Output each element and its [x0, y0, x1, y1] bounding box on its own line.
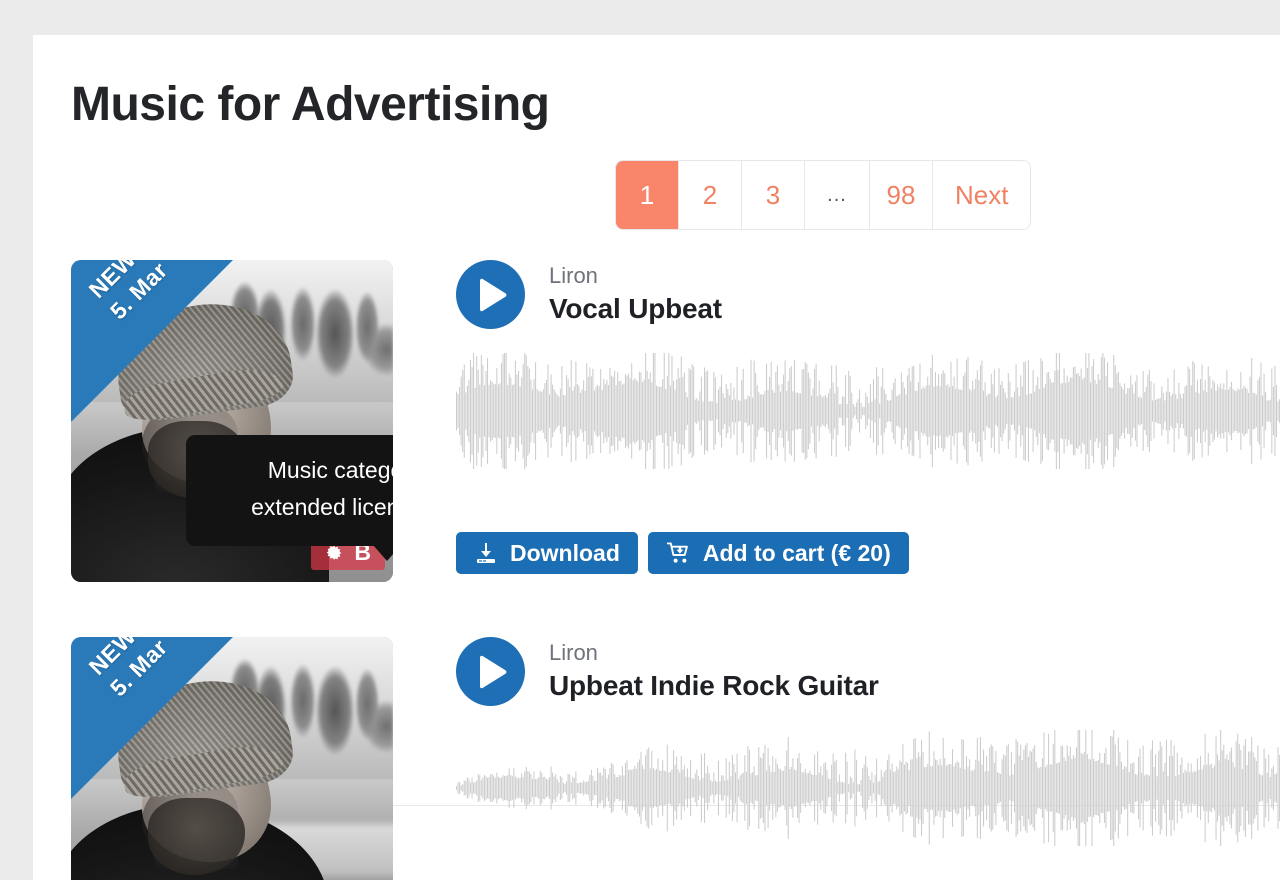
tooltip-line-2: extended license available [251, 494, 393, 521]
play-button[interactable] [456, 637, 525, 706]
pagination-ellipsis: ... [805, 161, 870, 229]
track-meta: Liron Upbeat Indie Rock Guitar [549, 640, 879, 703]
track-thumbnail[interactable]: NEW 5. Mar B Music category B: Only exte… [71, 260, 393, 582]
track-thumbnail[interactable]: NEW 5. Mar [71, 637, 393, 880]
track-details: Liron Upbeat Indie Rock Guitar [418, 637, 1280, 846]
category-tooltip: Music category B: Only extended license … [186, 435, 393, 560]
download-button[interactable]: Download [456, 532, 638, 574]
pagination-next[interactable]: Next [933, 161, 1031, 229]
pagination-page-98[interactable]: 98 [870, 161, 933, 229]
cart-icon [666, 542, 688, 563]
pagination-page-2[interactable]: 2 [679, 161, 742, 229]
pagination: 1 2 3 ... 98 Next [616, 161, 1031, 229]
waveform[interactable] [456, 729, 1280, 847]
add-to-cart-button-label: Add to cart (€ 20) [702, 539, 891, 566]
tooltip-line-1: Music category B: Only [267, 457, 393, 483]
play-icon [480, 655, 507, 688]
track-header: Liron Upbeat Indie Rock Guitar [418, 637, 1280, 706]
track-title: Upbeat Indie Rock Guitar [549, 670, 879, 702]
pagination-page-1[interactable]: 1 [616, 161, 679, 229]
content-card: Music for Advertising 1 2 3 ... 98 Next [33, 35, 1280, 880]
download-button-label: Download [510, 539, 620, 566]
play-icon [480, 278, 507, 311]
download-icon [477, 543, 495, 563]
track-details: Liron Vocal Upbeat Download Add to cart … [418, 260, 1280, 574]
track-meta: Liron Vocal Upbeat [549, 263, 722, 326]
waveform[interactable] [456, 352, 1280, 470]
track-artist: Liron [549, 639, 598, 665]
track-actions: Download Add to cart (€ 20) [456, 532, 909, 574]
pagination-page-3[interactable]: 3 [742, 161, 805, 229]
add-to-cart-button[interactable]: Add to cart (€ 20) [647, 532, 909, 574]
track-artist: Liron [549, 262, 598, 288]
track-title: Vocal Upbeat [549, 293, 722, 325]
page-title: Music for Advertising [71, 78, 550, 131]
track-header: Liron Vocal Upbeat [418, 260, 1280, 329]
page-root: Music for Advertising 1 2 3 ... 98 Next [0, 0, 1280, 880]
play-button[interactable] [456, 260, 525, 329]
